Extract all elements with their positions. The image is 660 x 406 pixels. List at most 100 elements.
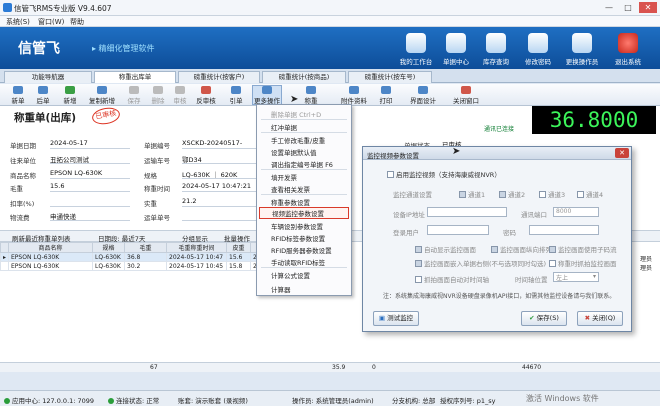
paperclip-icon <box>349 86 359 94</box>
import-button[interactable]: 引单 <box>226 86 246 105</box>
menu-item-video-params[interactable]: 视频监控参数设置 <box>259 207 349 219</box>
tab-stat-customer[interactable]: 磅重统计(按客户) <box>178 71 260 83</box>
menu-item-weigh-params[interactable]: 称重参数设置 <box>271 197 310 207</box>
switch-operator-button[interactable]: 更换操作员 <box>562 33 602 66</box>
menu-item-calculator[interactable]: 计算器 <box>271 284 291 294</box>
col-gross[interactable]: 毛重 <box>124 242 168 253</box>
date-field[interactable]: 2024-05-17 <box>50 139 130 149</box>
enable-video-checkbox[interactable]: 启用监控视频（支持海康威视NVR） <box>387 169 501 179</box>
channel-4-checkbox[interactable]: 通道4 <box>577 189 603 199</box>
approve-button[interactable]: 审核 <box>170 86 190 105</box>
more-ops-button[interactable]: 更多操作 <box>252 85 282 105</box>
menu-item-plate-params[interactable]: 车辆设别参数设置 <box>271 221 323 231</box>
timeline-pos-label: 时间轴位置 <box>515 276 548 284</box>
date-label: 单据日期 <box>10 142 36 150</box>
auto-timeline-checkbox[interactable]: 抓拍画面自动对时间轴 <box>415 274 489 284</box>
dialog-close-btn[interactable]: ✖ 关闭(Q) <box>577 311 623 326</box>
tab-nav[interactable]: 功能导航器 <box>4 71 92 83</box>
exit-button[interactable]: 退出系统 <box>608 33 648 66</box>
table-row[interactable]: EPSON LQ-630K LQ-630K 30.2 2024-05-17 10… <box>0 261 278 271</box>
gear-icon <box>262 86 272 94</box>
new-doc-button[interactable]: 新单 <box>6 86 30 105</box>
next-doc-button[interactable]: 后单 <box>32 86 54 105</box>
doc-center-button[interactable]: 单据中心 <box>436 33 476 66</box>
menu-system[interactable]: 系统(S) <box>6 17 30 27</box>
copy-add-button[interactable]: 复制新增 <box>86 86 118 105</box>
unapprove-button[interactable]: 反审核 <box>192 86 220 105</box>
delete-icon <box>153 86 163 94</box>
spec-label: 规格 <box>144 172 157 180</box>
save-button[interactable]: 保存 <box>122 86 146 105</box>
col-spec[interactable]: 规格 <box>92 242 126 253</box>
dialog-close-button[interactable]: ✕ <box>615 148 629 158</box>
col-tare[interactable]: 皮重 <box>226 242 252 253</box>
dialog-title: 监控视频参数设置 <box>367 152 419 160</box>
gross-field[interactable]: 15.6 <box>50 182 130 192</box>
banner: 信管飞 ▸ 精细化管理软件 我的工作台 单据中心 库存查询 修改密码 更换操作员… <box>0 27 660 69</box>
menu-item-view-invoice[interactable]: 查看相关发票 <box>271 184 310 194</box>
spec-field[interactable]: LQ-630K ｜ 620K <box>182 169 256 179</box>
menu-item-rfid-read[interactable]: 手动读取RFID标签 <box>271 257 325 267</box>
menu-item-delete[interactable]: 删除单据 Ctrl+D <box>271 109 321 119</box>
doc-no-field[interactable]: XSCKD-20240517-0007 <box>182 139 256 149</box>
channel-1-checkbox[interactable]: 通道1 <box>459 189 485 199</box>
dialog-titlebar[interactable]: 监控视频参数设置 ✕ <box>363 147 631 160</box>
timeline-pos-select[interactable]: 左上 ▾ <box>553 272 599 282</box>
capture-on-weigh-checkbox[interactable]: 称重时抓拍监控画面 <box>549 258 617 268</box>
change-password-button[interactable]: 修改密码 <box>518 33 558 66</box>
app-logo-icon <box>3 3 12 12</box>
menu-item-invoice[interactable]: 填开发票 <box>271 172 297 182</box>
port-input[interactable]: 8000 <box>553 207 599 217</box>
embed-right-checkbox[interactable]: 监控画面嵌入单据右侧(不与选项同时勾选) <box>415 258 546 268</box>
col-gross-time[interactable]: 毛重称重时间 <box>166 242 228 253</box>
dialog-save-button[interactable]: ✔ 保存(S) <box>521 311 567 326</box>
shipper-field[interactable] <box>182 211 256 221</box>
print-button[interactable]: 打印 <box>376 86 396 105</box>
tab-weigh-out[interactable]: 称重出库单 <box>94 71 176 83</box>
menu-item-red-reverse[interactable]: 红冲单据 <box>271 122 297 132</box>
camera-icon: ▣ <box>378 314 388 322</box>
vehicle-field[interactable]: 鄂D34 <box>182 154 256 164</box>
product-field[interactable]: EPSON LQ-630K <box>50 169 130 179</box>
connection-state: 连接状态: 正常 <box>108 395 159 405</box>
table-row[interactable]: ▸ EPSON LQ-630K LQ-630K 36.8 2024-05-17 … <box>0 252 278 262</box>
save-icon <box>129 86 139 94</box>
menu-item-rfid-server[interactable]: RFID服务器参数设置 <box>271 245 332 255</box>
add-button[interactable]: 新增 <box>58 86 82 105</box>
ip-input[interactable] <box>427 207 507 217</box>
weigh-button[interactable]: 称重 <box>298 86 324 105</box>
tab-stat-vehicle[interactable]: 磅重统计(按车号) <box>348 71 432 83</box>
close-tab-button[interactable]: 关闭窗口 <box>450 86 482 105</box>
menu-item-formula[interactable]: 计算公式设置 <box>271 270 310 280</box>
stock-query-button[interactable]: 库存查询 <box>476 33 516 66</box>
logistics-field[interactable]: 申通快递 <box>50 211 130 221</box>
workbench-button[interactable]: 我的工作台 <box>396 33 436 66</box>
weigh-time-field[interactable]: 2024-05-17 10:47:21 <box>182 182 256 192</box>
actual-field[interactable]: 21.2 <box>182 197 256 207</box>
channel-2-checkbox[interactable]: 通道2 <box>499 189 525 199</box>
auto-show-checkbox[interactable]: 自动显示监控画面 <box>415 244 476 254</box>
menu-item-defaults[interactable]: 设置单据默认值 <box>271 147 317 157</box>
password-input[interactable] <box>529 225 599 235</box>
attachment-button[interactable]: 附件资料 <box>338 86 370 105</box>
menu-window[interactable]: 窗口(W) <box>38 17 64 27</box>
channel-3-checkbox[interactable]: 通道3 <box>539 189 565 199</box>
menu-item-find-doc[interactable]: 调出指定编号单据 F6 <box>271 159 333 169</box>
test-monitor-button[interactable]: ▣ 测试监控 <box>373 311 419 326</box>
menu-help[interactable]: 帮助 <box>70 17 84 27</box>
substream-checkbox[interactable]: 监控画面使用子码流 <box>549 244 617 254</box>
tab-stat-product[interactable]: 磅重统计(按商品) <box>262 71 346 83</box>
deduct-field[interactable] <box>50 197 130 207</box>
delete-button[interactable]: 删除 <box>148 86 168 105</box>
menu-bar: 系统(S) 窗口(W) 帮助 <box>0 16 660 27</box>
close-window-button[interactable]: ✕ <box>639 2 657 13</box>
unit-field[interactable]: 丑拓公司测试 <box>50 154 130 164</box>
vertical-layout-checkbox[interactable]: 监控画面纵向排列 <box>491 244 552 254</box>
maximize-button[interactable]: □ <box>619 2 637 13</box>
menu-item-edit-weight[interactable]: 手工修改毛重/皮重 <box>271 135 325 145</box>
col-product[interactable]: 商品名称 <box>8 242 94 253</box>
minimize-button[interactable]: — <box>600 2 618 13</box>
menu-item-rfid-params[interactable]: RFID标签参数设置 <box>271 233 325 243</box>
user-input[interactable] <box>427 225 489 235</box>
layout-design-button[interactable]: 界面设计 <box>408 86 438 105</box>
